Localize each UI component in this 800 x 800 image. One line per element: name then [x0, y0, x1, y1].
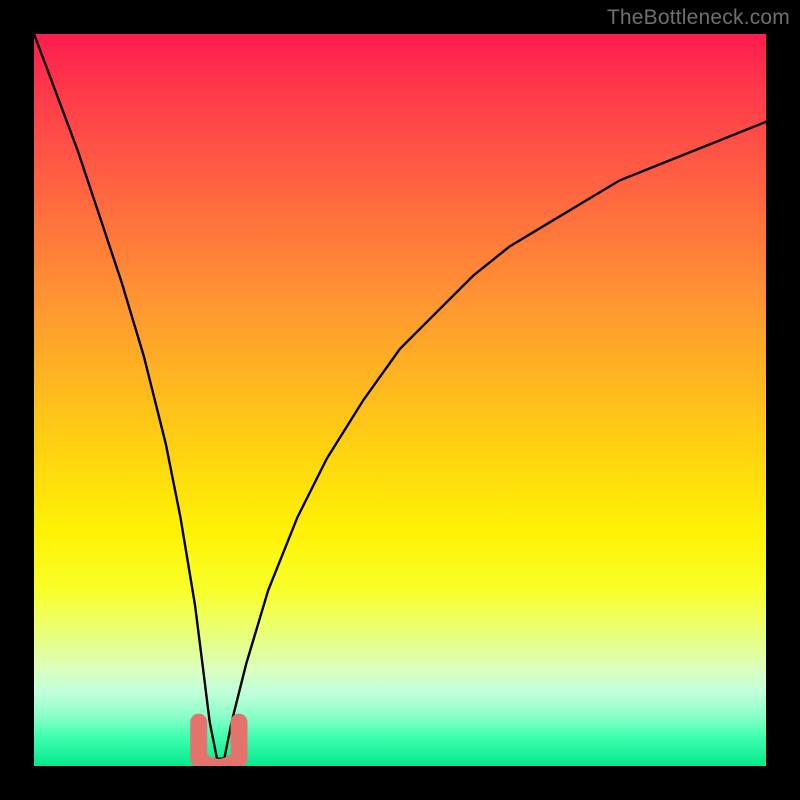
- curve-path: [34, 34, 766, 759]
- plot-area: [34, 34, 766, 766]
- bottleneck-curve: [34, 34, 766, 766]
- valley-marker: [199, 722, 239, 766]
- watermark-text: TheBottleneck.com: [607, 6, 790, 30]
- chart-frame: TheBottleneck.com: [0, 0, 800, 800]
